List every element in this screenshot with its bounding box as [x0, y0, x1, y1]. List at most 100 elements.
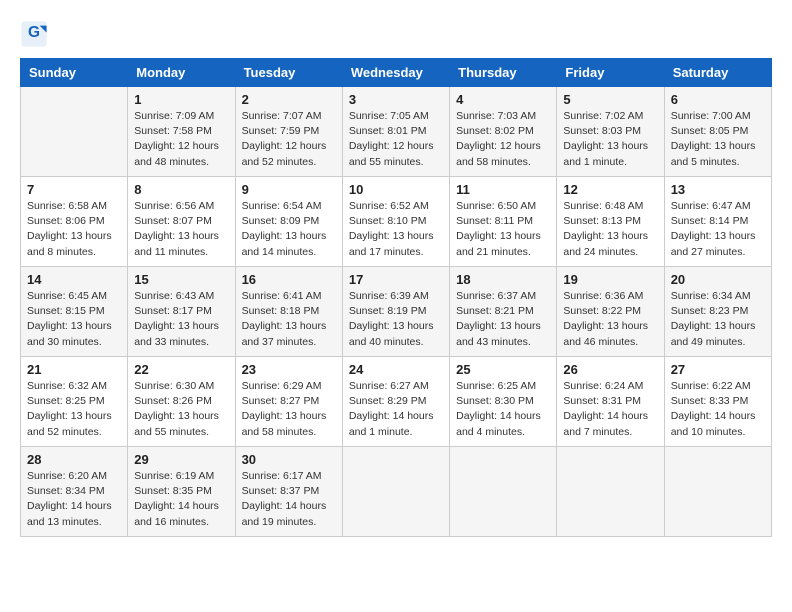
logo: G — [20, 20, 52, 48]
calendar-cell: 10 Sunrise: 6:52 AM Sunset: 8:10 PM Dayli… — [342, 177, 449, 267]
day-number: 15 — [134, 272, 228, 287]
day-info: Sunrise: 6:32 AM Sunset: 8:25 PM Dayligh… — [27, 379, 121, 440]
day-info: Sunrise: 6:56 AM Sunset: 8:07 PM Dayligh… — [134, 199, 228, 260]
calendar-cell: 28 Sunrise: 6:20 AM Sunset: 8:34 PM Dayli… — [21, 447, 128, 537]
page-header: G — [20, 20, 772, 48]
calendar-cell: 4 Sunrise: 7:03 AM Sunset: 8:02 PM Daylig… — [450, 87, 557, 177]
calendar-cell: 16 Sunrise: 6:41 AM Sunset: 8:18 PM Dayli… — [235, 267, 342, 357]
day-number: 13 — [671, 182, 765, 197]
calendar-week-row: 7Sunrise: 6:58 AM Sunset: 8:06 PM Daylig… — [21, 177, 772, 267]
day-info: Sunrise: 7:03 AM Sunset: 8:02 PM Dayligh… — [456, 109, 550, 170]
day-info: Sunrise: 6:41 AM Sunset: 8:18 PM Dayligh… — [242, 289, 336, 350]
day-info: Sunrise: 6:36 AM Sunset: 8:22 PM Dayligh… — [563, 289, 657, 350]
calendar-cell: 23 Sunrise: 6:29 AM Sunset: 8:27 PM Dayli… — [235, 357, 342, 447]
weekday-header: Friday — [557, 59, 664, 87]
day-info: Sunrise: 7:09 AM Sunset: 7:58 PM Dayligh… — [134, 109, 228, 170]
svg-text:G: G — [28, 24, 40, 41]
calendar-cell: 25Sunrise: 6:25 AM Sunset: 8:30 PM Dayli… — [450, 357, 557, 447]
day-number: 10 — [349, 182, 443, 197]
calendar-cell — [21, 87, 128, 177]
weekday-header: Tuesday — [235, 59, 342, 87]
calendar-cell — [450, 447, 557, 537]
day-info: Sunrise: 6:50 AM Sunset: 8:11 PM Dayligh… — [456, 199, 550, 260]
logo-icon: G — [20, 20, 48, 48]
day-info: Sunrise: 6:20 AM Sunset: 8:34 PM Dayligh… — [27, 469, 121, 530]
calendar-cell: 30Sunrise: 6:17 AM Sunset: 8:37 PM Dayli… — [235, 447, 342, 537]
day-info: Sunrise: 6:37 AM Sunset: 8:21 PM Dayligh… — [456, 289, 550, 350]
calendar-cell: 21 Sunrise: 6:32 AM Sunset: 8:25 PM Dayli… — [21, 357, 128, 447]
day-info: Sunrise: 6:58 AM Sunset: 8:06 PM Dayligh… — [27, 199, 121, 260]
day-number: 27 — [671, 362, 765, 377]
weekday-header-row: SundayMondayTuesdayWednesdayThursdayFrid… — [21, 59, 772, 87]
day-info: Sunrise: 6:22 AM Sunset: 8:33 PM Dayligh… — [671, 379, 765, 440]
day-info: Sunrise: 6:43 AM Sunset: 8:17 PM Dayligh… — [134, 289, 228, 350]
weekday-header: Monday — [128, 59, 235, 87]
calendar-cell: 17Sunrise: 6:39 AM Sunset: 8:19 PM Dayli… — [342, 267, 449, 357]
calendar-week-row: 28 Sunrise: 6:20 AM Sunset: 8:34 PM Dayli… — [21, 447, 772, 537]
day-info: Sunrise: 6:48 AM Sunset: 8:13 PM Dayligh… — [563, 199, 657, 260]
day-number: 8 — [134, 182, 228, 197]
day-number: 23 — [242, 362, 336, 377]
day-number: 22 — [134, 362, 228, 377]
day-number: 14 — [27, 272, 121, 287]
day-info: Sunrise: 6:30 AM Sunset: 8:26 PM Dayligh… — [134, 379, 228, 440]
calendar-cell: 29 Sunrise: 6:19 AM Sunset: 8:35 PM Dayli… — [128, 447, 235, 537]
calendar-cell: 13 Sunrise: 6:47 AM Sunset: 8:14 PM Dayli… — [664, 177, 771, 267]
calendar-cell: 2Sunrise: 7:07 AM Sunset: 7:59 PM Daylig… — [235, 87, 342, 177]
calendar-cell — [557, 447, 664, 537]
day-info: Sunrise: 7:05 AM Sunset: 8:01 PM Dayligh… — [349, 109, 443, 170]
day-number: 28 — [27, 452, 121, 467]
calendar-week-row: 1 Sunrise: 7:09 AM Sunset: 7:58 PM Daylig… — [21, 87, 772, 177]
day-number: 1 — [134, 92, 228, 107]
day-info: Sunrise: 6:45 AM Sunset: 8:15 PM Dayligh… — [27, 289, 121, 350]
day-number: 16 — [242, 272, 336, 287]
calendar-cell — [664, 447, 771, 537]
calendar-cell: 6Sunrise: 7:00 AM Sunset: 8:05 PM Daylig… — [664, 87, 771, 177]
day-info: Sunrise: 6:52 AM Sunset: 8:10 PM Dayligh… — [349, 199, 443, 260]
day-number: 4 — [456, 92, 550, 107]
calendar-cell: 11 Sunrise: 6:50 AM Sunset: 8:11 PM Dayli… — [450, 177, 557, 267]
day-info: Sunrise: 6:34 AM Sunset: 8:23 PM Dayligh… — [671, 289, 765, 350]
day-number: 6 — [671, 92, 765, 107]
day-number: 3 — [349, 92, 443, 107]
weekday-header: Sunday — [21, 59, 128, 87]
weekday-header: Saturday — [664, 59, 771, 87]
calendar-cell: 15 Sunrise: 6:43 AM Sunset: 8:17 PM Dayli… — [128, 267, 235, 357]
calendar-cell: 3 Sunrise: 7:05 AM Sunset: 8:01 PM Daylig… — [342, 87, 449, 177]
day-info: Sunrise: 6:27 AM Sunset: 8:29 PM Dayligh… — [349, 379, 443, 440]
day-info: Sunrise: 6:54 AM Sunset: 8:09 PM Dayligh… — [242, 199, 336, 260]
day-number: 2 — [242, 92, 336, 107]
calendar-cell — [342, 447, 449, 537]
day-number: 18 — [456, 272, 550, 287]
day-info: Sunrise: 6:47 AM Sunset: 8:14 PM Dayligh… — [671, 199, 765, 260]
calendar-cell: 12Sunrise: 6:48 AM Sunset: 8:13 PM Dayli… — [557, 177, 664, 267]
calendar-cell: 26Sunrise: 6:24 AM Sunset: 8:31 PM Dayli… — [557, 357, 664, 447]
weekday-header: Thursday — [450, 59, 557, 87]
calendar-cell: 9 Sunrise: 6:54 AM Sunset: 8:09 PM Daylig… — [235, 177, 342, 267]
day-number: 19 — [563, 272, 657, 287]
day-number: 21 — [27, 362, 121, 377]
day-info: Sunrise: 6:29 AM Sunset: 8:27 PM Dayligh… — [242, 379, 336, 440]
calendar-week-row: 14 Sunrise: 6:45 AM Sunset: 8:15 PM Dayli… — [21, 267, 772, 357]
calendar-cell: 27 Sunrise: 6:22 AM Sunset: 8:33 PM Dayli… — [664, 357, 771, 447]
day-number: 24 — [349, 362, 443, 377]
calendar-cell: 8 Sunrise: 6:56 AM Sunset: 8:07 PM Daylig… — [128, 177, 235, 267]
day-number: 29 — [134, 452, 228, 467]
day-info: Sunrise: 6:19 AM Sunset: 8:35 PM Dayligh… — [134, 469, 228, 530]
day-number: 20 — [671, 272, 765, 287]
calendar-table: SundayMondayTuesdayWednesdayThursdayFrid… — [20, 58, 772, 537]
calendar-cell: 14 Sunrise: 6:45 AM Sunset: 8:15 PM Dayli… — [21, 267, 128, 357]
calendar-cell: 24 Sunrise: 6:27 AM Sunset: 8:29 PM Dayli… — [342, 357, 449, 447]
day-number: 30 — [242, 452, 336, 467]
calendar-cell: 1 Sunrise: 7:09 AM Sunset: 7:58 PM Daylig… — [128, 87, 235, 177]
day-number: 11 — [456, 182, 550, 197]
calendar-cell: 7Sunrise: 6:58 AM Sunset: 8:06 PM Daylig… — [21, 177, 128, 267]
day-number: 25 — [456, 362, 550, 377]
calendar-cell: 20 Sunrise: 6:34 AM Sunset: 8:23 PM Dayli… — [664, 267, 771, 357]
calendar-cell: 18 Sunrise: 6:37 AM Sunset: 8:21 PM Dayli… — [450, 267, 557, 357]
day-info: Sunrise: 6:39 AM Sunset: 8:19 PM Dayligh… — [349, 289, 443, 350]
calendar-week-row: 21 Sunrise: 6:32 AM Sunset: 8:25 PM Dayli… — [21, 357, 772, 447]
day-info: Sunrise: 6:24 AM Sunset: 8:31 PM Dayligh… — [563, 379, 657, 440]
day-number: 5 — [563, 92, 657, 107]
day-number: 9 — [242, 182, 336, 197]
